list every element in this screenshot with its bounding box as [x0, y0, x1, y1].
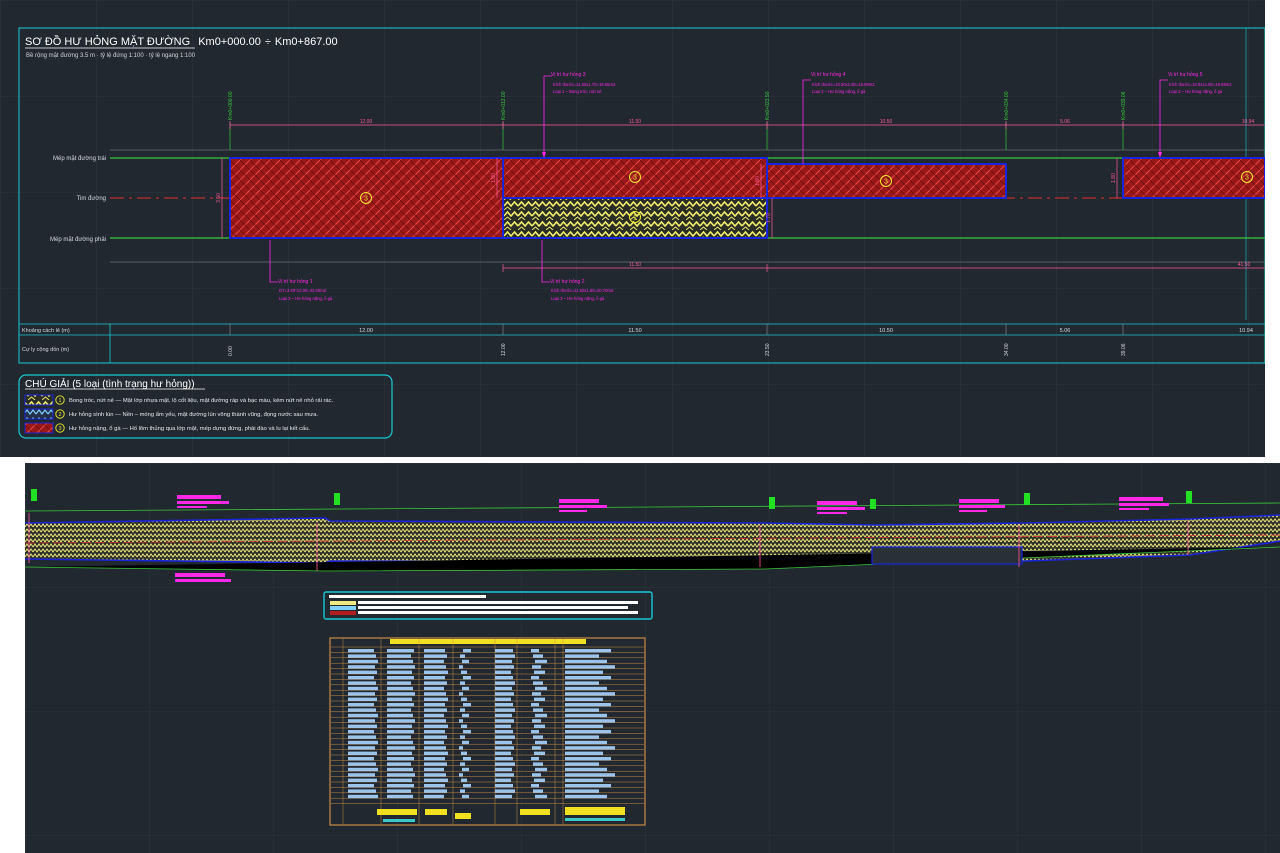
svg-text:3: 3	[633, 175, 637, 182]
table-cumulative-3: 23.50	[765, 343, 771, 356]
top-dim-1: 12.00	[360, 119, 373, 125]
svg-text:Vị trí hư hỏng 4: Vị trí hư hỏng 4	[811, 71, 846, 78]
table-cumulative-4: 34.00	[1004, 343, 1010, 356]
station-5: Km0+039.06	[1121, 91, 1127, 120]
band-height-2: 1.80	[491, 173, 497, 183]
svg-text:2: 2	[58, 412, 61, 418]
legend-swatch-crack	[24, 394, 54, 406]
station-3: Km0+023.50	[765, 91, 771, 120]
svg-text:Hư hỏng nặng, ổ gà — Hố lõm th: Hư hỏng nặng, ổ gà — Hố lõm thủng qua lớ…	[69, 425, 310, 432]
legend-title: CHÚ GIẢI (5 loại (tình trạng hư hỏng))	[25, 377, 195, 390]
svg-text:Hư hỏng sình lún — Nền – móng: Hư hỏng sình lún — Nền – móng ẩm yếu, mặ…	[69, 411, 318, 418]
svg-text:1: 1	[58, 398, 61, 404]
station-2: Km0+012.00	[501, 91, 507, 120]
drawing-title: SƠ ĐỒ HƯ HỎNG MẶT ĐƯỜNG Km0+000.00 ÷ Km0+86…	[25, 35, 338, 48]
overview-canvas[interactable]	[25, 463, 1280, 853]
svg-text:1: 1	[633, 215, 637, 222]
svg-text:Vị trí hư hỏng 2: Vị trí hư hỏng 2	[550, 278, 585, 285]
band-height-4: 1.80	[755, 176, 761, 186]
svg-text:3: 3	[1245, 175, 1249, 182]
svg-text:Vị trí hư hỏng 5: Vị trí hư hỏng 5	[1168, 71, 1203, 78]
top-dim-5: 10.94	[1242, 119, 1255, 125]
svg-text:Loại 3 – Hư hỏng nặng, ổ gà: Loại 3 – Hư hỏng nặng, ổ gà	[812, 89, 866, 94]
drawing-subtitle: Bề rộng mặt đường 3.5 m · tỷ lệ đứng 1:1…	[26, 52, 196, 59]
right-edge-label: Mép mặt đường phải	[50, 237, 106, 243]
bottom-dim-2: 41.50	[1238, 262, 1251, 268]
overview-viewport[interactable]	[25, 463, 1280, 853]
table-row2-label: Cự ly cộng dồn (m)	[22, 347, 69, 353]
table-cumulative-1: 0.00	[228, 346, 234, 356]
table-distance-1: 12.00	[359, 328, 373, 334]
svg-text:Vị trí hư hỏng 1: Vị trí hư hỏng 1	[278, 278, 313, 285]
table-distance-4: 5.06	[1060, 328, 1071, 334]
band-height-5: 1.80	[1111, 173, 1117, 183]
damage-zone-5[interactable]	[1122, 157, 1265, 199]
top-drawing-viewport[interactable]: SƠ ĐỒ HƯ HỎNG MẶT ĐƯỜNG Km0+000.00 ÷ Km0+86…	[0, 0, 1265, 457]
svg-text:Kích thước=10.50x1.80=18.90m2: Kích thước=10.50x1.80=18.90m2	[812, 82, 875, 87]
bottom-dim-1: 11.50	[629, 262, 641, 268]
station-4: Km0+034.00	[1004, 91, 1010, 120]
svg-text:Loại 3 – Hư hỏng nặng, ổ gà: Loại 3 – Hư hỏng nặng, ổ gà	[551, 296, 605, 301]
svg-text:DT=3.50*12.00=42.00m2: DT=3.50*12.00=42.00m2	[279, 288, 327, 293]
station-1: Km0+000.00	[228, 91, 234, 120]
band-height-3: 1.70	[766, 213, 772, 223]
svg-text:Bong tróc, nứt nẻ — Mặt lớp nh: Bong tróc, nứt nẻ — Mặt lớp nhựa mặt, lộ…	[69, 397, 334, 404]
table-distance-2: 11.50	[628, 328, 641, 334]
svg-text:Kích thước=11.50x1.80=20.70m2: Kích thước=11.50x1.80=20.70m2	[551, 288, 614, 293]
top-drawing-canvas[interactable]: SƠ ĐỒ HƯ HỎNG MẶT ĐƯỜNG Km0+000.00 ÷ Km0+86…	[0, 0, 1265, 457]
table-row1-label: Khoảng cách lẻ (m)	[22, 328, 70, 334]
left-edge-label: Mép mặt đường trái	[53, 156, 106, 162]
svg-text:Kích thước=10.94x1.80=19.69m2: Kích thước=10.94x1.80=19.69m2	[1169, 82, 1232, 87]
legend-swatch-subsidence	[24, 408, 54, 420]
band-height-1: 3.50	[216, 193, 222, 203]
svg-text:3: 3	[364, 196, 368, 203]
table-cumulative-2: 12.00	[501, 343, 507, 356]
svg-text:Vị trí hư hỏng 3: Vị trí hư hỏng 3	[551, 71, 586, 78]
svg-text:3: 3	[58, 426, 61, 432]
svg-text:3: 3	[884, 179, 888, 186]
svg-text:Loại 1 – Bong tróc, nứt nẻ: Loại 1 – Bong tróc, nứt nẻ	[553, 89, 602, 94]
top-dim-2: 11.50	[629, 119, 641, 125]
svg-text:Kích thước=11.50x1.70=19.55m2: Kích thước=11.50x1.70=19.55m2	[553, 82, 616, 87]
top-dim-3: 10.50	[880, 119, 893, 125]
svg-text:Loại 3 – Hư hỏng nặng, ổ gà: Loại 3 – Hư hỏng nặng, ổ gà	[279, 296, 333, 301]
table-distance-3: 10.50	[879, 328, 893, 334]
table-distance-5: 10.94	[1239, 328, 1253, 334]
svg-text:Loại 3 – Hư hỏng nặng, ổ gà: Loại 3 – Hư hỏng nặng, ổ gà	[1169, 89, 1223, 94]
table-cumulative-5: 39.06	[1121, 343, 1127, 356]
centerline-label: Tim đường	[77, 196, 106, 202]
top-dim-4: 5.06	[1060, 119, 1070, 125]
legend-swatch-pothole	[24, 422, 54, 434]
